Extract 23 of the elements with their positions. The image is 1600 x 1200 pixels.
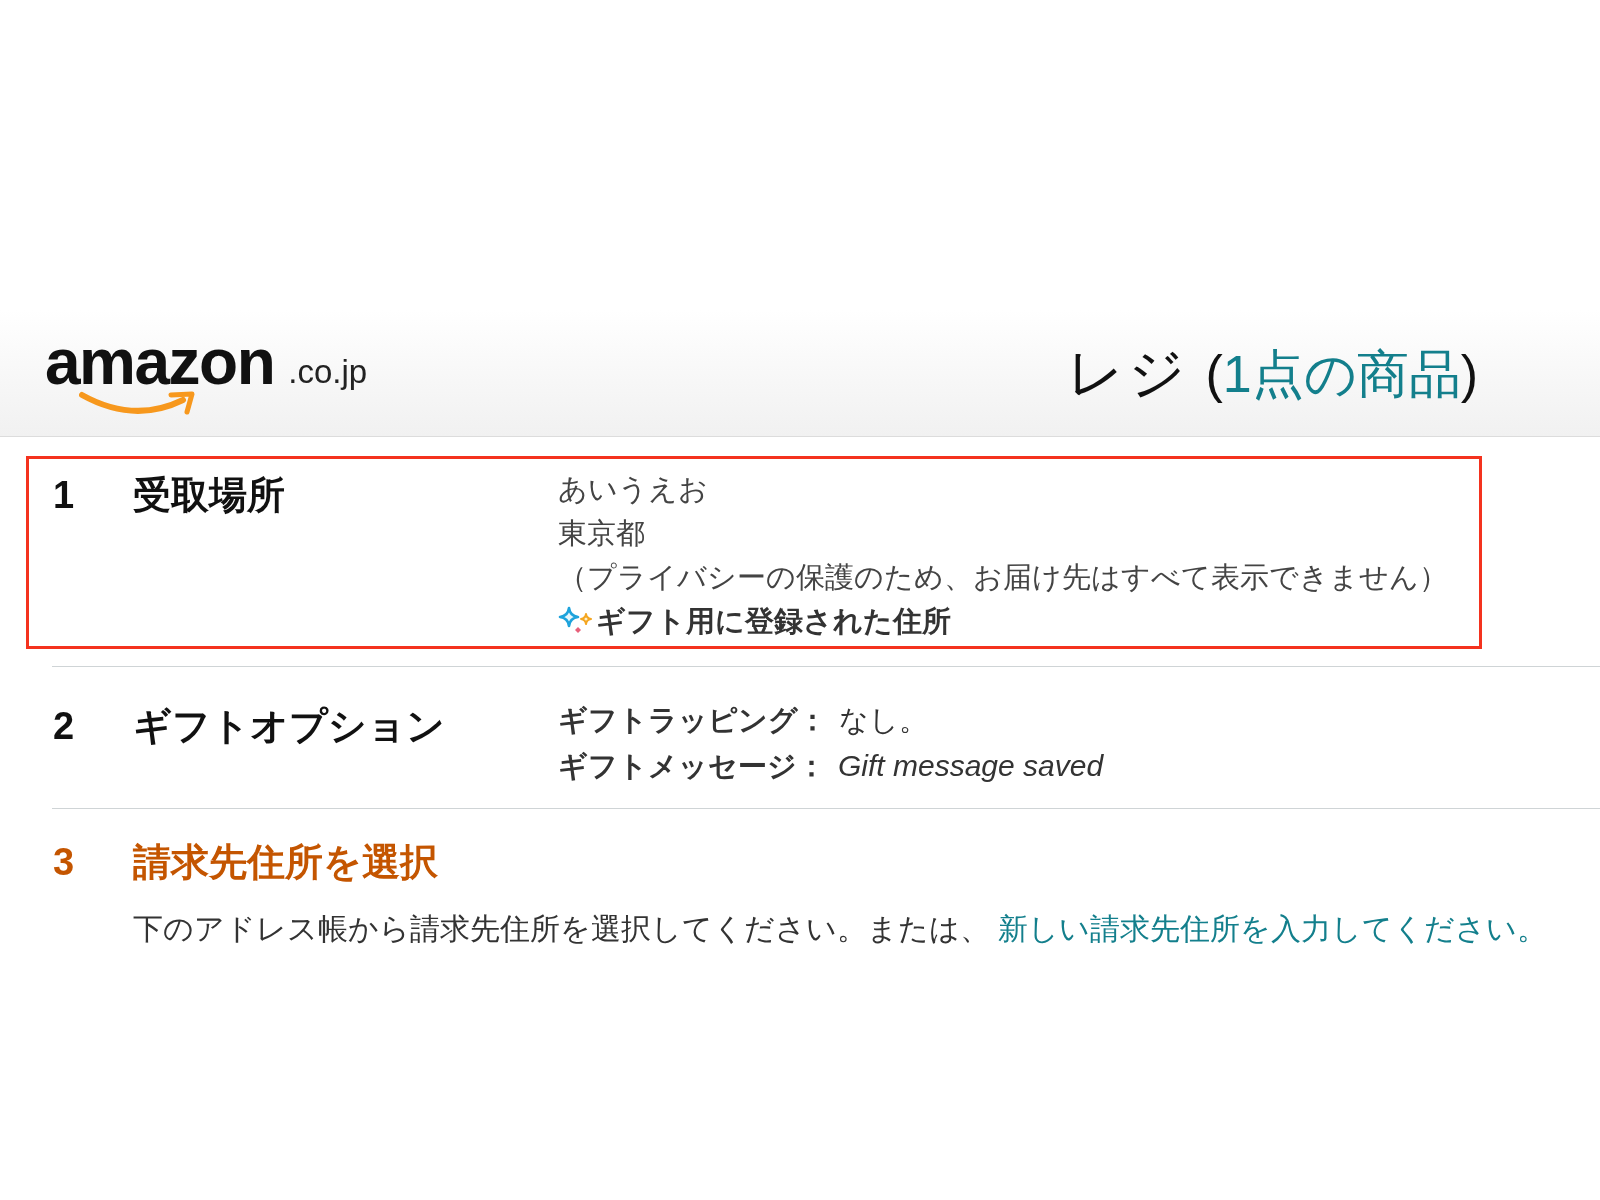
option-label: ギフトメッセージ： <box>558 749 826 784</box>
step-number: 2 <box>53 704 75 748</box>
address-line: （プライバシーの保護のため、お届け先はすべて表示できません） <box>558 560 1448 595</box>
close-parenthesis: ) <box>1460 343 1478 405</box>
logo-wordmark: amazon <box>45 332 275 392</box>
step-heading: ギフトオプション <box>133 704 445 748</box>
step-number: 1 <box>53 473 75 517</box>
new-billing-address-link[interactable]: 新しい請求先住所を入力してください。 <box>998 912 1548 945</box>
address-line: あいうえお <box>558 472 708 507</box>
step-heading: 受取場所 <box>133 473 285 517</box>
option-value: なし。 <box>839 703 928 738</box>
option-label: ギフトラッピング： <box>558 703 827 738</box>
gift-address-label: ギフト用に登録された住所 <box>596 604 951 639</box>
checkout-title: レジ <box>1067 340 1190 405</box>
address-line: 東京都 <box>558 516 645 551</box>
instruction-text: 下のアドレス帳から請求先住所を選択してください。または、 新しい請求先住所を入力してください。 <box>133 911 1548 947</box>
step-heading: 請求先住所を選択 <box>133 840 438 884</box>
domain-suffix: .co.jp <box>288 352 368 392</box>
item-count-link[interactable]: 1点の商品 <box>1222 341 1461 406</box>
option-value: Gift message saved <box>838 748 1104 784</box>
open-parenthesis: ( <box>1205 343 1223 405</box>
sparkle-icon <box>558 606 594 636</box>
step-number: 3 <box>53 840 75 884</box>
